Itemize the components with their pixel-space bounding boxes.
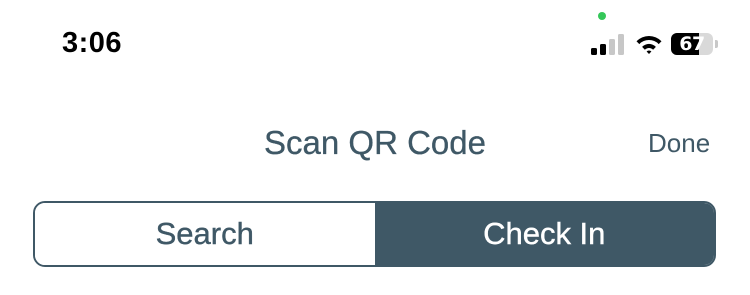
signal-bar bbox=[609, 39, 615, 55]
segmented-control: Search Check In bbox=[33, 201, 716, 267]
battery-icon: 67 bbox=[671, 33, 719, 55]
segment-check-in[interactable]: Check In bbox=[374, 203, 714, 265]
privacy-indicator-dot bbox=[598, 12, 606, 20]
page-title: Scan QR Code bbox=[264, 124, 486, 161]
battery-body: 67 bbox=[671, 33, 713, 55]
signal-bar bbox=[618, 34, 624, 55]
signal-bar bbox=[591, 48, 597, 55]
status-time: 3:06 bbox=[62, 27, 123, 59]
done-button[interactable]: Done bbox=[642, 124, 716, 163]
battery-level-label: 67 bbox=[679, 33, 705, 55]
wifi-icon bbox=[635, 33, 663, 55]
cellular-signal-icon bbox=[591, 33, 627, 55]
segment-search[interactable]: Search bbox=[35, 203, 375, 265]
battery-nub bbox=[715, 40, 718, 48]
signal-bar bbox=[600, 44, 606, 55]
